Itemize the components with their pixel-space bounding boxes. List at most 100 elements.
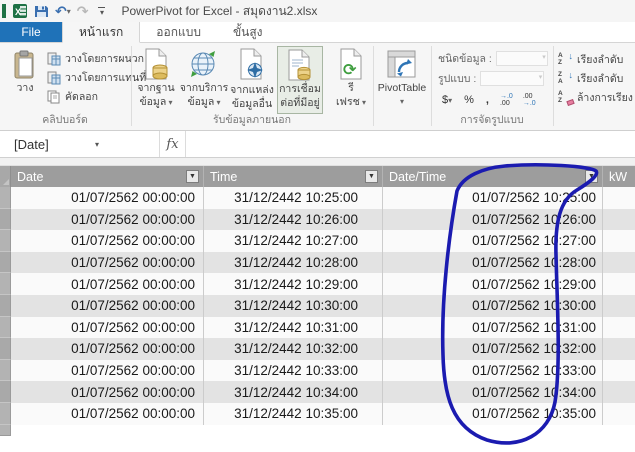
row-selector[interactable]	[0, 187, 11, 209]
table-row[interactable]: 01/07/2562 00:00:0031/12/2442 10:30:0001…	[0, 295, 635, 317]
cell-datetime[interactable]: 01/07/2562 10:27:00	[383, 230, 603, 252]
cell-time[interactable]: 31/12/2442 10:35:00	[204, 403, 383, 425]
cell-date[interactable]: 01/07/2562 00:00:00	[11, 187, 204, 209]
percent-button[interactable]: %	[460, 91, 478, 109]
cell-date[interactable]: 01/07/2562 00:00:00	[11, 209, 204, 231]
cell-time[interactable]: 31/12/2442 10:29:00	[204, 273, 383, 295]
column-header-date[interactable]: Date ▼	[11, 166, 204, 187]
cell-kw[interactable]	[603, 317, 635, 339]
filter-dropdown-icon[interactable]: ▼	[585, 170, 598, 183]
table-row[interactable]: 01/07/2562 00:00:0031/12/2442 10:33:0001…	[0, 360, 635, 382]
cell-date[interactable]: 01/07/2562 00:00:00	[11, 338, 204, 360]
from-other-sources-button[interactable]: จากแหล่ง จากแหล่ง ข้อมูลอื่น	[229, 46, 275, 114]
cell-time[interactable]: 31/12/2442 10:28:00	[204, 252, 383, 274]
undo-button[interactable]: ↶▾	[55, 2, 71, 20]
currency-button[interactable]: $	[438, 91, 456, 109]
sort-descending-button[interactable]: ZA↓ เรียงลำดับ	[558, 69, 633, 88]
data-type-dropdown[interactable]	[496, 51, 548, 66]
cell-kw[interactable]	[603, 360, 635, 382]
cell-date[interactable]: 01/07/2562 00:00:00	[11, 230, 204, 252]
cell-datetime[interactable]: 01/07/2562 10:35:00	[383, 403, 603, 425]
column-header-kw[interactable]: kW	[603, 166, 635, 187]
table-row[interactable]: 01/07/2562 00:00:0031/12/2442 10:31:0001…	[0, 317, 635, 339]
tab-home[interactable]: หน้าแรก	[62, 22, 140, 43]
cell-date[interactable]: 01/07/2562 00:00:00	[11, 273, 204, 295]
row-selector[interactable]	[0, 273, 11, 295]
name-box-caret-icon[interactable]: ▾	[95, 140, 99, 149]
cell-kw[interactable]	[603, 295, 635, 317]
from-data-service-button[interactable]: จากบริการ ข้อมูล	[181, 46, 227, 114]
tab-design[interactable]: ออกแบบ	[140, 22, 217, 42]
cell-datetime[interactable]: 01/07/2562 10:28:00	[383, 252, 603, 274]
table-row[interactable]: 01/07/2562 00:00:0031/12/2442 10:34:0001…	[0, 381, 635, 403]
cell-time[interactable]: 31/12/2442 10:34:00	[204, 381, 383, 403]
cell-datetime[interactable]: 01/07/2562 10:29:00	[383, 273, 603, 295]
save-button[interactable]	[34, 2, 49, 20]
redo-button[interactable]: ↷	[77, 2, 89, 20]
customize-qat-button[interactable]: ▾	[98, 7, 105, 15]
cell-kw[interactable]	[603, 209, 635, 231]
table-row[interactable]: 01/07/2562 00:00:0031/12/2442 10:27:0001…	[0, 230, 635, 252]
cell-datetime[interactable]: 01/07/2562 10:30:00	[383, 295, 603, 317]
cell-date[interactable]: 01/07/2562 00:00:00	[11, 403, 204, 425]
table-row[interactable]: 01/07/2562 00:00:0031/12/2442 10:32:0001…	[0, 338, 635, 360]
refresh-button[interactable]: ⟳ รี เฟรช	[332, 46, 370, 114]
cell-date[interactable]: 01/07/2562 00:00:00	[11, 252, 204, 274]
cell-kw[interactable]	[603, 403, 635, 425]
cell-kw[interactable]	[603, 273, 635, 295]
row-selector[interactable]	[0, 360, 11, 382]
sort-ascending-button[interactable]: AZ↓ เรียงลำดับ	[558, 50, 633, 69]
row-selector[interactable]	[0, 403, 11, 425]
table-row[interactable]: 01/07/2562 00:00:0031/12/2442 10:26:0001…	[0, 209, 635, 231]
comma-button[interactable]: ,	[482, 91, 493, 109]
row-selector[interactable]	[0, 381, 11, 403]
decrease-decimal-button[interactable]: .00→.0	[520, 93, 539, 107]
pivottable-button[interactable]: PivotTable ▾	[379, 46, 425, 114]
from-database-button[interactable]: จากฐาน ข้อมูล	[133, 46, 179, 114]
cell-datetime[interactable]: 01/07/2562 10:25:00	[383, 187, 603, 209]
cell-kw[interactable]	[603, 338, 635, 360]
cell-datetime[interactable]: 01/07/2562 10:31:00	[383, 317, 603, 339]
existing-connections-button[interactable]: การเชื่อม ต่อที่มีอยู่	[277, 46, 323, 114]
cell-datetime[interactable]: 01/07/2562 10:34:00	[383, 381, 603, 403]
cell-kw[interactable]	[603, 252, 635, 274]
cell-kw[interactable]	[603, 230, 635, 252]
cell-datetime[interactable]: 01/07/2562 10:33:00	[383, 360, 603, 382]
row-selector[interactable]	[0, 230, 11, 252]
cell-date[interactable]: 01/07/2562 00:00:00	[11, 295, 204, 317]
paste-button[interactable]: วาง	[2, 46, 48, 114]
cell-date[interactable]: 01/07/2562 00:00:00	[11, 360, 204, 382]
cell-date[interactable]: 01/07/2562 00:00:00	[11, 317, 204, 339]
formula-input[interactable]	[186, 131, 635, 157]
tab-file[interactable]: File	[0, 22, 62, 42]
row-selector[interactable]	[0, 317, 11, 339]
row-selector[interactable]	[0, 252, 11, 274]
row-selector[interactable]	[0, 295, 11, 317]
cell-datetime[interactable]: 01/07/2562 10:26:00	[383, 209, 603, 231]
cell-kw[interactable]	[603, 187, 635, 209]
cell-datetime[interactable]: 01/07/2562 10:32:00	[383, 338, 603, 360]
table-row[interactable]: 01/07/2562 00:00:0031/12/2442 10:29:0001…	[0, 273, 635, 295]
cell-time[interactable]: 31/12/2442 10:30:00	[204, 295, 383, 317]
row-selector[interactable]	[0, 209, 11, 231]
cell-time[interactable]: 31/12/2442 10:31:00	[204, 317, 383, 339]
table-row[interactable]: 01/07/2562 00:00:0031/12/2442 10:35:0001…	[0, 403, 635, 425]
cell-kw[interactable]	[603, 381, 635, 403]
table-row[interactable]: 01/07/2562 00:00:0031/12/2442 10:25:0001…	[0, 187, 635, 209]
table-row[interactable]: 01/07/2562 00:00:0031/12/2442 10:28:0001…	[0, 252, 635, 274]
tab-advanced[interactable]: ขั้นสูง	[217, 22, 279, 42]
cell-time[interactable]: 31/12/2442 10:27:00	[204, 230, 383, 252]
insert-function-button[interactable]: fx	[160, 131, 186, 157]
name-box[interactable]: [Date] ▾	[0, 131, 160, 157]
cell-time[interactable]: 31/12/2442 10:26:00	[204, 209, 383, 231]
row-selector[interactable]	[0, 338, 11, 360]
next-row-selector[interactable]	[0, 425, 11, 436]
cell-date[interactable]: 01/07/2562 00:00:00	[11, 381, 204, 403]
increase-decimal-button[interactable]: →.0.00	[497, 93, 516, 107]
filter-dropdown-icon[interactable]: ▼	[365, 170, 378, 183]
cell-time[interactable]: 31/12/2442 10:32:00	[204, 338, 383, 360]
clear-sort-button[interactable]: AZ ล้างการเรียง	[558, 88, 633, 107]
column-header-time[interactable]: Time ▼	[204, 166, 383, 187]
cell-time[interactable]: 31/12/2442 10:25:00	[204, 187, 383, 209]
cell-time[interactable]: 31/12/2442 10:33:00	[204, 360, 383, 382]
